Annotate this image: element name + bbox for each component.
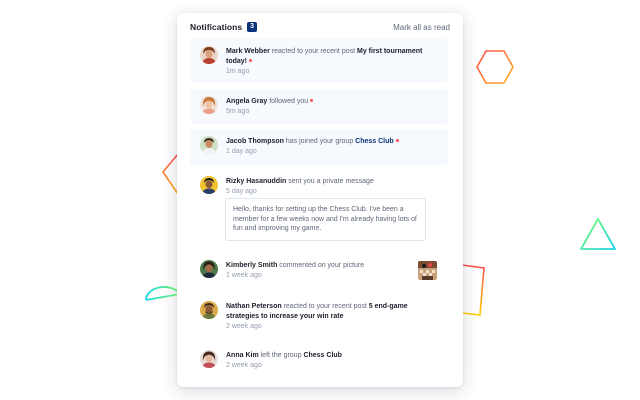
avatar[interactable] xyxy=(200,176,218,194)
notification-content: Jacob Thompson has joined your group Che… xyxy=(226,137,440,157)
avatar[interactable] xyxy=(200,136,218,154)
notification-text: Angela Gray followed you xyxy=(226,97,440,107)
notification-text: Mark Webber reacted to your recent post … xyxy=(226,47,440,67)
user-name-link[interactable]: Mark Webber xyxy=(226,48,270,55)
notification-content: Rizky Hasanuddin sent you a private mess… xyxy=(226,177,440,197)
header-title-group: Notifications 3 xyxy=(190,22,258,32)
notification-action: reacted to your recent post xyxy=(281,303,369,310)
notification-time: 2 week ago xyxy=(226,323,262,330)
person-avatar-icon xyxy=(200,96,218,114)
notification-action: has joined your group xyxy=(283,138,356,145)
notification-time: 5 day ago xyxy=(226,188,257,195)
notification-content: Mark Webber reacted to your recent post … xyxy=(226,47,440,77)
user-name-link[interactable]: Anna Kim xyxy=(226,352,259,359)
semicircle-decoration xyxy=(145,286,181,301)
unread-dot xyxy=(249,58,252,62)
person-avatar-icon xyxy=(200,350,218,368)
notification-item[interactable]: Anna Kim left the group Chess Club 2 wee… xyxy=(190,343,448,379)
triangle-decoration xyxy=(580,218,616,250)
person-avatar-icon xyxy=(200,301,218,319)
notifications-header: Notifications 3 Mark all as read xyxy=(190,20,450,34)
unread-dot xyxy=(395,138,399,142)
notification-time: 1m ago xyxy=(226,68,250,75)
person-avatar-icon xyxy=(200,260,218,278)
unread-count-badge: 3 xyxy=(247,22,258,32)
private-message-preview[interactable]: Hello, thanks for setting up the Chess C… xyxy=(225,198,426,241)
notification-item[interactable]: Mark Webber reacted to your recent post … xyxy=(190,39,448,83)
avatar[interactable] xyxy=(200,260,218,278)
unread-dot xyxy=(310,98,314,102)
avatar[interactable] xyxy=(200,46,218,64)
user-name-link[interactable]: Angela Gray xyxy=(226,98,267,105)
avatar[interactable] xyxy=(200,301,218,319)
notification-content: Nathan Peterson reacted to your recent p… xyxy=(226,302,428,332)
commented-picture-thumbnail[interactable] xyxy=(418,261,437,280)
person-avatar-icon xyxy=(200,136,218,154)
user-name-link[interactable]: Kimberly Smith xyxy=(226,262,277,269)
hexagon-decoration xyxy=(476,50,514,84)
notification-time: 2 week ago xyxy=(226,362,262,369)
notification-text: Nathan Peterson reacted to your recent p… xyxy=(226,302,428,322)
avatar[interactable] xyxy=(200,350,218,368)
user-name-link[interactable]: Nathan Peterson xyxy=(226,303,282,310)
notification-content: Angela Gray followed you 5m ago xyxy=(226,97,440,117)
notifications-card: Notifications 3 Mark all as read Mark We… xyxy=(177,13,463,387)
notification-text: Jacob Thompson has joined your group Che… xyxy=(226,137,440,147)
notification-text: Rizky Hasanuddin sent you a private mess… xyxy=(226,177,440,187)
user-name-link[interactable]: Jacob Thompson xyxy=(226,138,284,145)
notification-action: followed you xyxy=(267,98,309,105)
user-name-link[interactable]: Rizky Hasanuddin xyxy=(226,178,286,185)
notification-time: 1 day ago xyxy=(226,148,257,155)
notification-item[interactable]: Angela Gray followed you 5m ago xyxy=(190,89,448,124)
mark-all-read-button[interactable]: Mark all as read xyxy=(393,23,450,32)
notification-text: Anna Kim left the group Chess Club xyxy=(226,351,440,361)
person-avatar-icon xyxy=(200,176,218,194)
notification-action: commented on your picture xyxy=(277,262,365,269)
group-link[interactable]: Chess Club xyxy=(355,138,394,145)
notification-action: sent you a private message xyxy=(286,178,374,185)
chess-picture-thumbnail-icon xyxy=(418,261,437,280)
notification-action: left the group xyxy=(258,352,304,359)
notification-item[interactable]: Kimberly Smith commented on your picture… xyxy=(190,253,448,289)
notification-time: 5m ago xyxy=(226,108,250,115)
notification-action: reacted to your recent post xyxy=(269,48,358,55)
page-background: Notifications 3 Mark all as read Mark We… xyxy=(0,0,640,400)
notification-time: 1 week ago xyxy=(226,272,262,279)
notification-item[interactable]: Nathan Peterson reacted to your recent p… xyxy=(190,294,448,340)
notification-content: Kimberly Smith commented on your picture… xyxy=(226,261,408,281)
page-title: Notifications xyxy=(190,22,243,32)
person-avatar-icon xyxy=(200,46,218,64)
avatar[interactable] xyxy=(200,96,218,114)
notification-content: Anna Kim left the group Chess Club 2 wee… xyxy=(226,351,440,371)
notification-item[interactable]: Jacob Thompson has joined your group Che… xyxy=(190,129,448,165)
notification-text: Kimberly Smith commented on your picture xyxy=(226,261,408,271)
group-link[interactable]: Chess Club xyxy=(303,352,342,359)
